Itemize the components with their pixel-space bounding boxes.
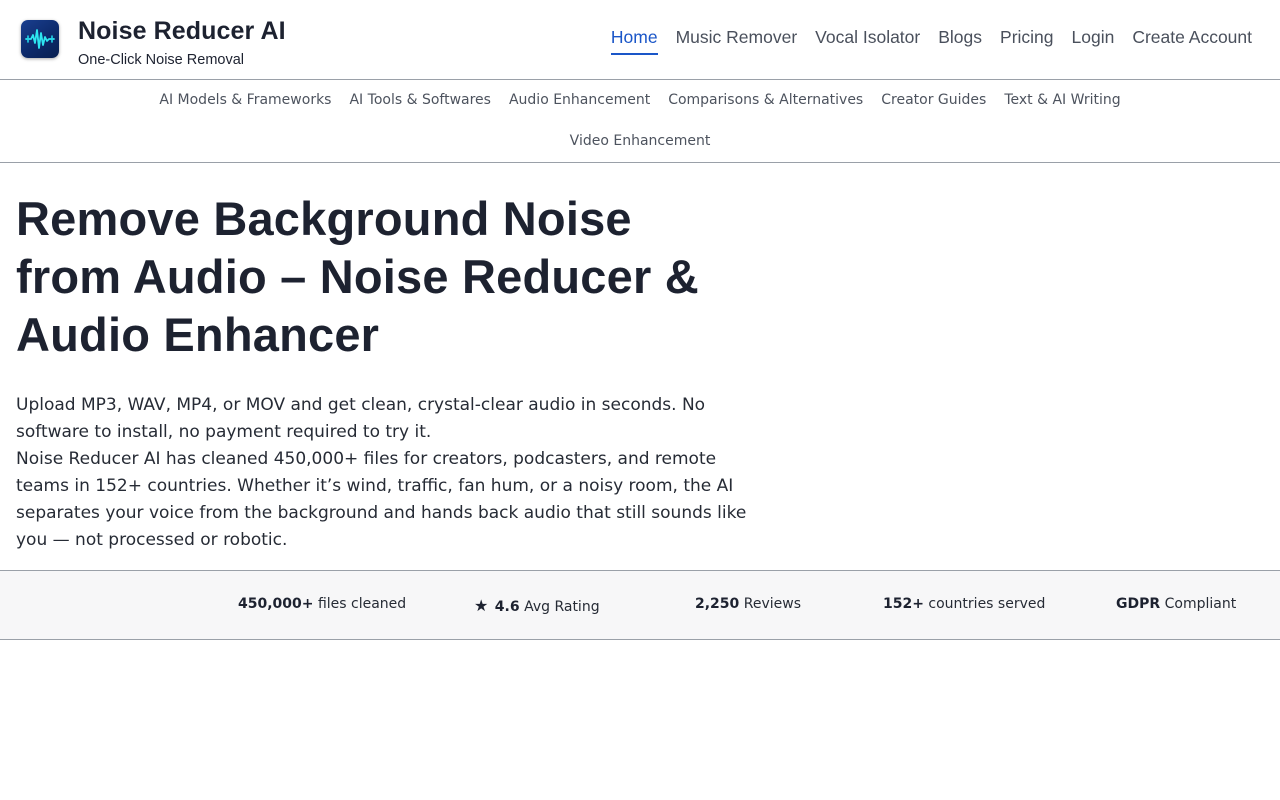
brand-tagline: One-Click Noise Removal [78, 52, 244, 68]
stat-label: Reviews [743, 596, 801, 612]
category-creator-guides[interactable]: Creator Guides [881, 92, 986, 108]
stats-bar: 450,000+ files cleaned ★ 4.6 Avg Rating … [0, 570, 1280, 640]
category-ai-tools[interactable]: AI Tools & Softwares [349, 92, 490, 108]
stat-label: Compliant [1164, 596, 1237, 612]
nav-blogs[interactable]: Blogs [938, 27, 982, 55]
stat-avg-rating: ★ 4.6 Avg Rating [474, 596, 600, 615]
nav-home[interactable]: Home [610, 27, 658, 55]
category-row: Video Enhancement [0, 133, 1280, 149]
nav-pricing[interactable]: Pricing [1000, 27, 1054, 55]
category-text-ai-writing[interactable]: Text & AI Writing [1004, 92, 1120, 108]
category-comparisons[interactable]: Comparisons & Alternatives [668, 92, 863, 108]
main-nav: Home Music Remover Vocal Isolator Blogs … [610, 27, 1252, 55]
stat-countries: 152+ countries served [883, 596, 1045, 612]
hero-title-line: Remove Background Noise [16, 192, 632, 245]
nav-vocal-isolator[interactable]: Vocal Isolator [815, 27, 920, 55]
nav-music-remover[interactable]: Music Remover [676, 27, 798, 55]
stat-value: 450,000+ [238, 596, 314, 612]
nav-login[interactable]: Login [1072, 27, 1115, 55]
stat-value: 4.6 [494, 599, 520, 615]
category-nav: AI Models & Frameworks AI Tools & Softwa… [0, 81, 1280, 163]
logo[interactable] [21, 20, 59, 58]
category-ai-models[interactable]: AI Models & Frameworks [159, 92, 331, 108]
hero-paragraph: Noise Reducer AI has cleaned 450,000+ fi… [16, 449, 747, 550]
stat-label: files cleaned [317, 596, 407, 612]
stat-label: countries served [928, 596, 1046, 612]
site-header: Noise Reducer AI One-Click Noise Removal… [0, 0, 1280, 80]
nav-create-account[interactable]: Create Account [1132, 27, 1252, 55]
hero-title-line: Audio Enhancer [16, 308, 380, 361]
stat-value: 2,250 [695, 596, 740, 612]
category-video-enhancement[interactable]: Video Enhancement [570, 133, 711, 149]
hero-title-line: from Audio – Noise Reducer & [16, 250, 699, 303]
hero-description: Upload MP3, WAV, MP4, or MOV and get cle… [16, 392, 756, 554]
stat-gdpr: GDPR Compliant [1116, 596, 1236, 612]
stat-reviews: 2,250 Reviews [695, 596, 801, 612]
stat-files-cleaned: 450,000+ files cleaned [238, 596, 406, 612]
category-row: AI Models & Frameworks AI Tools & Softwa… [0, 92, 1280, 108]
stat-value: GDPR [1116, 596, 1161, 612]
brand-name[interactable]: Noise Reducer AI [78, 17, 286, 46]
category-audio-enhancement[interactable]: Audio Enhancement [509, 92, 650, 108]
waveform-icon [25, 29, 55, 49]
stat-label: Avg Rating [524, 599, 600, 615]
hero-paragraph: Upload MP3, WAV, MP4, or MOV and get cle… [16, 395, 706, 442]
hero-title: Remove Background Noise from Audio – Noi… [16, 190, 746, 364]
stat-value: 152+ [883, 596, 924, 612]
star-icon: ★ [474, 596, 489, 615]
